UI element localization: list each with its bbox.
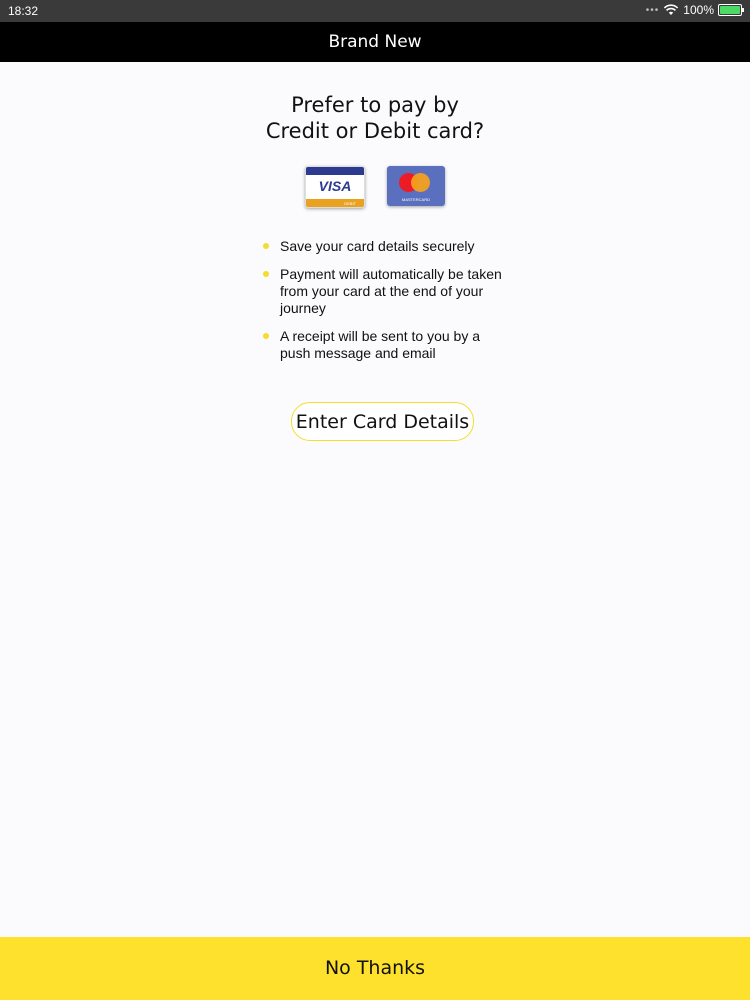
card-logos: VISA DEBIT MASTERCARD <box>0 166 750 208</box>
visa-card-icon: VISA DEBIT <box>305 166 365 208</box>
status-bar: 18:32 ••• 100% <box>0 0 750 22</box>
mastercard-icon: MASTERCARD <box>387 166 445 206</box>
battery-percent: 100% <box>683 3 714 17</box>
benefit-text: Save your card details securely <box>280 238 475 254</box>
battery-icon <box>718 4 744 16</box>
enter-card-details-button[interactable]: Enter Card Details <box>291 402 474 441</box>
benefit-text: A receipt will be sent to you by a push … <box>280 328 480 361</box>
list-item: Save your card details securely <box>263 238 503 255</box>
wifi-icon <box>664 4 679 15</box>
no-thanks-button[interactable]: No Thanks <box>0 937 750 1000</box>
bullet-dot-icon <box>263 243 269 249</box>
status-time: 18:32 <box>8 4 39 18</box>
nav-bar: Brand New <box>0 22 750 62</box>
status-indicators: ••• 100% <box>645 3 744 17</box>
headline-line-2: Credit or Debit card? <box>265 119 485 143</box>
visa-type-text: DEBIT <box>344 201 356 206</box>
mastercard-label-text: MASTERCARD <box>401 197 430 202</box>
benefits-list: Save your card details securely Payment … <box>263 238 503 373</box>
visa-brand-text: VISA <box>318 178 352 194</box>
benefit-text: Payment will automatically be taken from… <box>280 266 502 316</box>
signal-dots-icon: ••• <box>645 4 660 16</box>
nav-title: Brand New <box>328 32 422 52</box>
list-item: Payment will automatically be taken from… <box>263 266 503 317</box>
bullet-dot-icon <box>263 271 269 277</box>
headline-line-1: Prefer to pay by <box>291 93 459 117</box>
bullet-dot-icon <box>263 333 269 339</box>
list-item: A receipt will be sent to you by a push … <box>263 328 503 362</box>
page-title: Prefer to pay by Credit or Debit card? <box>0 92 750 144</box>
